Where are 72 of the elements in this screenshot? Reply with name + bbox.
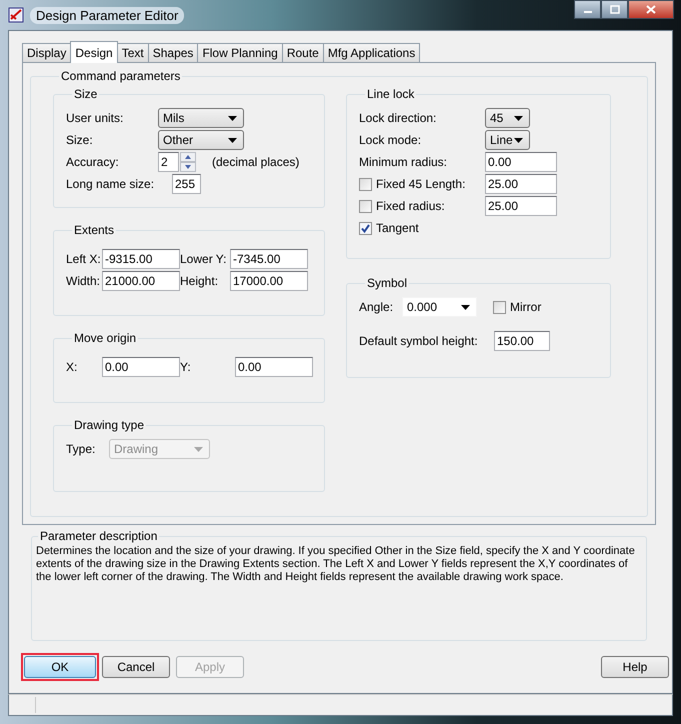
group-title: Size — [73, 87, 98, 101]
maximize-button[interactable] — [601, 0, 628, 19]
window-title: Design Parameter Editor — [30, 6, 184, 24]
description-text: Determines the location and the size of your drawing. If you specified Other in the Size field, specify the X and Y coordinate extents of the drawing size in the Drawing Extents section. The Left X and Lower Y fields represent the X,Y coordinates of the lower left corner of the drawing. The Width and Height fields represent the available drawing work space. — [36, 545, 636, 584]
extent-field[interactable]: -9315.00 — [102, 249, 180, 269]
angle-dropdown[interactable]: 0.000 — [402, 297, 477, 317]
tab[interactable]: Design — [70, 41, 118, 63]
accuracy-field[interactable]: 2 — [158, 152, 179, 172]
caret-icon — [514, 138, 523, 142]
checkbox[interactable]: Fixed 45 Length: — [359, 177, 485, 191]
close-icon — [646, 5, 656, 14]
field-label: Angle: — [359, 300, 394, 314]
lock-dropdown[interactable]: Line — [485, 130, 530, 150]
field-label: Long name size: — [66, 177, 156, 191]
check-icon — [360, 222, 371, 234]
group-title: Drawing type — [73, 418, 146, 432]
caret-icon — [194, 446, 203, 452]
checkbox[interactable]: Tangent — [359, 221, 419, 235]
field-label: Left X: — [66, 252, 102, 266]
length-field[interactable]: 25.00 — [485, 196, 557, 216]
units-dropdown[interactable]: Mils — [158, 108, 244, 128]
caret-icon — [228, 116, 237, 120]
tab[interactable]: Mfg Applications — [322, 43, 420, 62]
close-button[interactable] — [628, 0, 674, 19]
extent-field[interactable]: 21000.00 — [102, 271, 180, 291]
group-title: Move origin — [73, 331, 138, 345]
maximize-icon — [610, 5, 620, 14]
field-label: Lock direction: — [359, 111, 438, 125]
minimize-button[interactable] — [574, 0, 601, 19]
field-label: Type: — [66, 442, 96, 456]
caret-icon — [228, 138, 237, 142]
field-label: Accuracy: — [66, 155, 120, 169]
caret-icon — [514, 116, 523, 120]
field-label: Lower Y: — [180, 252, 228, 266]
field-label: X: — [66, 360, 78, 374]
dialog-button[interactable]: Cancel — [102, 656, 170, 678]
group-title: Line lock — [366, 87, 416, 101]
checkbox[interactable]: Fixed radius: — [359, 199, 485, 213]
tab[interactable]: Flow Planning — [197, 43, 283, 62]
field-label: Height: — [180, 274, 220, 288]
field-label: Width: — [66, 274, 102, 288]
field-label: User units: — [66, 111, 124, 125]
radius-field[interactable]: 0.00 — [485, 152, 557, 172]
tab[interactable]: Route — [282, 43, 324, 62]
lock-dropdown[interactable]: 45 — [485, 108, 530, 128]
extent-field[interactable]: 17000.00 — [230, 271, 308, 291]
tab[interactable]: Display — [22, 43, 72, 62]
field-label: Y: — [180, 360, 192, 374]
checkbox[interactable]: Mirror — [493, 300, 542, 314]
caret-icon — [461, 304, 470, 310]
field-label: Minimum radius: — [359, 155, 448, 169]
spinner-icon[interactable] — [180, 152, 196, 172]
field-label: Size: — [66, 133, 94, 147]
tab[interactable]: Shapes — [148, 43, 198, 62]
long-name-size-field[interactable]: 255 — [172, 174, 201, 194]
origin-field[interactable]: 0.00 — [235, 357, 313, 377]
size-dropdown[interactable]: Other — [158, 130, 244, 150]
length-field[interactable]: 25.00 — [485, 174, 557, 194]
origin-field[interactable]: 0.00 — [102, 357, 180, 377]
group-title: Command parameters — [60, 69, 182, 83]
tab[interactable]: Text — [116, 43, 149, 62]
hint-text: (decimal places) — [212, 155, 300, 169]
group-title: Parameter description — [39, 529, 158, 543]
dialog-button[interactable]: OK — [24, 656, 96, 678]
symbol-height-field[interactable]: 150.00 — [494, 331, 550, 351]
field-label: Lock mode: — [359, 133, 422, 147]
group-title: Symbol — [366, 276, 408, 290]
help-button[interactable]: Help — [601, 656, 669, 678]
extent-field[interactable]: -7345.00 — [230, 249, 308, 269]
group-title: Extents — [73, 223, 116, 237]
app-icon — [8, 7, 24, 23]
field-label: Default symbol height: — [359, 334, 479, 348]
